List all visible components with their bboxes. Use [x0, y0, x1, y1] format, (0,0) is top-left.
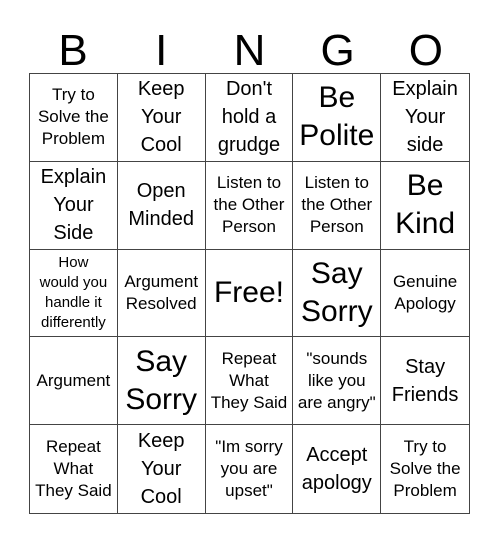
bingo-cell-text: Listen to the Other Person [213, 173, 285, 237]
bingo-cell-text: Accept apology [301, 444, 372, 495]
bingo-cell-text: Genuine Apology [392, 271, 458, 313]
bingo-cell[interactable]: Say Sorry [117, 337, 206, 426]
bingo-cell-text: How would you handle it differently [39, 253, 108, 331]
bingo-cell[interactable]: Explain Your side [381, 74, 469, 162]
bingo-header: B I N G O [29, 28, 470, 74]
bingo-cell-text: Argument [36, 370, 111, 390]
bingo-cell[interactable]: Be Kind [381, 162, 469, 250]
bingo-cell-text: Explain Your Side [40, 166, 107, 245]
bingo-cell-text: "Im sorry you are upset" [215, 437, 283, 501]
bingo-cell-text: Be Polite [299, 81, 375, 153]
bingo-cell-text: Listen to the Other Person [301, 173, 373, 237]
bingo-cell-text: Try to Solve the Problem [37, 85, 109, 149]
bingo-cell-text: Open Minded [128, 180, 194, 231]
bingo-cell[interactable]: Be Polite [293, 74, 382, 162]
bingo-cell-text: Repeat What They Said [210, 348, 288, 412]
bingo-cell[interactable]: Explain Your Side [30, 161, 118, 250]
header-letter-i: I [155, 26, 168, 75]
bingo-cell[interactable]: Try to Solve the Problem [30, 74, 118, 162]
bingo-cell-text: Try to Solve the Problem [389, 437, 461, 501]
bingo-cell[interactable]: Repeat What They Said [205, 337, 294, 426]
bingo-cell-text: "sounds like you are angry" [297, 348, 376, 412]
bingo-cell[interactable]: Argument Resolved [117, 249, 206, 338]
bingo-cell-text: Stay Friends [391, 355, 459, 406]
bingo-cell-text: Keep Your Cool [137, 430, 185, 509]
bingo-cell[interactable]: Free! [205, 249, 294, 338]
bingo-cell-text: Free! [213, 275, 284, 309]
bingo-cell[interactable]: Keep Your Cool [118, 425, 206, 513]
bingo-cell-text: Say Sorry [125, 344, 198, 416]
bingo-cell[interactable]: Stay Friends [381, 337, 469, 426]
header-letter-g: G [320, 26, 355, 75]
bingo-cell[interactable]: Try to Solve the Problem [381, 425, 469, 513]
bingo-cell-text: Be Kind [395, 169, 456, 241]
bingo-cell[interactable]: Argument [30, 337, 118, 426]
bingo-cell-text: Argument Resolved [124, 271, 199, 313]
bingo-cell[interactable]: Listen to the Other Person [205, 161, 294, 250]
bingo-cell[interactable]: Open Minded [117, 161, 206, 250]
header-letter-o: O [408, 26, 443, 75]
bingo-cell-text: Say Sorry [300, 256, 373, 328]
bingo-cell[interactable]: "sounds like you are angry" [293, 337, 382, 426]
bingo-cell[interactable]: How would you handle it differently [30, 249, 118, 338]
bingo-cell-text: Explain Your side [392, 78, 458, 157]
bingo-cell[interactable]: Listen to the Other Person [293, 161, 382, 250]
bingo-cell[interactable]: Keep Your Cool [117, 74, 206, 162]
bingo-cell[interactable]: Repeat What They Said [30, 425, 118, 513]
bingo-cell[interactable]: Genuine Apology [381, 250, 469, 338]
bingo-cell[interactable]: Don't hold a grudge [205, 74, 294, 162]
bingo-cell-text: Repeat What They Said [35, 437, 112, 501]
header-letter-n: N [233, 26, 266, 75]
bingo-grid: Try to Solve the Problem Keep Your Cool Do… [29, 73, 470, 514]
bingo-cell-text: Keep Your Cool [137, 78, 185, 157]
bingo-cell[interactable]: Accept apology [293, 425, 382, 513]
header-letter-b: B [58, 26, 88, 75]
bingo-cell[interactable]: Say Sorry [293, 249, 382, 338]
bingo-cell[interactable]: "Im sorry you are upset" [206, 425, 294, 513]
bingo-cell-text: Don't hold a grudge [217, 78, 281, 157]
